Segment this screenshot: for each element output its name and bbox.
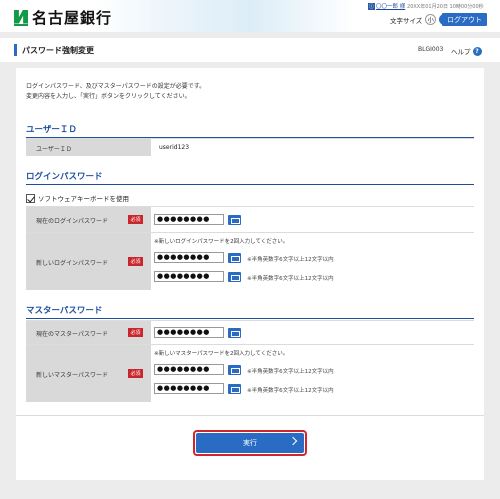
exec-button-label: 実行 [243, 439, 257, 447]
checkbox-checked-icon [26, 193, 35, 203]
help-link[interactable]: ヘルプ ? [451, 46, 482, 56]
new-master-password-label: 新しいマスターパスワード [36, 372, 108, 379]
page-titlebar: パスワード強制変更 BLGI003 ヘルプ ? [0, 38, 500, 62]
software-keyboard-checkbox[interactable]: ソフトウェアキーボードを使用 [26, 193, 129, 203]
header-banner [95, 0, 355, 32]
current-login-password-input[interactable]: ●●●●●●●● [154, 214, 224, 225]
password-hint: ※半角英数字6文字以上12文字以内 [247, 388, 334, 394]
password-hint: ※半角英数字6文字以上12文字以内 [247, 276, 334, 282]
login-password-heading: ログインパスワード [26, 170, 474, 185]
user-id-heading: ユーザーＩＤ [26, 123, 474, 138]
keyboard-icon[interactable] [228, 272, 241, 282]
current-login-password-row: 現在のログインパスワード 必須 ●●●●●●●● [26, 206, 474, 232]
required-badge: 必須 [128, 369, 143, 378]
new-master-password-input[interactable]: ●●●●●●●● [154, 364, 224, 375]
help-label: ヘルプ [451, 48, 471, 56]
password-hint: ※半角英数字6文字以上12文字以内 [247, 369, 334, 375]
user-info: ⓘ 〇〇一郎 様 20XX年01月20日 10時00分00秒 [368, 2, 484, 10]
login-datetime: 20XX年01月20日 10時00分00秒 [407, 4, 484, 10]
user-id-label: ユーザーＩＤ [36, 146, 72, 153]
bank-logo-icon [14, 9, 28, 26]
new-login-password-label: 新しいログインパスワード [36, 260, 109, 267]
new-login-password-note: ※新しいログインパスワードを2回入力してください。 [154, 239, 289, 245]
intro-line-2: 変更内容を入力し、「実行」ボタンをクリックしてください。 [26, 93, 191, 100]
keyboard-icon[interactable] [228, 384, 241, 394]
divider [16, 415, 484, 416]
new-login-password-row: 新しいログインパスワード 必須 ※新しいログインパスワードを2回入力してください… [26, 232, 474, 290]
help-icon: ? [472, 46, 482, 56]
user-name-link[interactable]: 〇〇一郎 様 [376, 4, 405, 10]
bank-logo[interactable]: 名古屋銀行 [14, 7, 112, 28]
user-id-value-cell: userid123 [151, 139, 474, 156]
current-master-password-row: 現在のマスターパスワード 必須 ●●●●●●●● [26, 320, 474, 344]
required-badge: 必須 [128, 328, 143, 337]
current-login-password-label-cell: 現在のログインパスワード 必須 [26, 207, 151, 232]
screen-code: BLGI003 [418, 46, 444, 53]
intro-text: ログインパスワード、及びマスターパスワードの設定が必要です。 変更内容を入力し、… [26, 82, 205, 102]
logout-button[interactable]: ログアウト [442, 13, 487, 26]
page-title: パスワード強制変更 [22, 46, 94, 55]
keyboard-icon[interactable] [228, 328, 241, 338]
current-master-password-label-cell: 現在のマスターパスワード 必須 [26, 321, 151, 344]
keyboard-icon[interactable] [228, 215, 241, 225]
current-master-password-value-cell: ●●●●●●●● [151, 321, 474, 344]
chevron-right-icon [288, 436, 298, 446]
keyboard-icon[interactable] [228, 365, 241, 375]
required-badge: 必須 [128, 215, 143, 224]
current-login-password-label: 現在のログインパスワード [36, 218, 109, 225]
user-id-label-cell: ユーザーＩＤ [26, 139, 151, 156]
user-id-row: ユーザーＩＤ userid123 [26, 138, 474, 156]
font-size-small-button[interactable]: 小 [425, 14, 437, 25]
confirm-login-password-input[interactable]: ●●●●●●●● [154, 271, 224, 282]
new-master-password-value-cell: ※新しいマスターパスワードを2回入力してください。 ●●●●●●●● ※半角英数… [151, 345, 474, 402]
bank-name: 名古屋銀行 [32, 9, 113, 27]
new-login-password-label-cell: 新しいログインパスワード 必須 [26, 233, 151, 290]
exec-button[interactable]: 実行 [196, 433, 304, 453]
current-master-password-label: 現在のマスターパスワード [36, 331, 108, 338]
header: 名古屋銀行 ⓘ 〇〇一郎 様 20XX年01月20日 10時00分00秒 文字サイ… [0, 0, 500, 32]
intro-line-1: ログインパスワード、及びマスターパスワードの設定が必要です。 [26, 83, 206, 90]
new-master-password-note: ※新しいマスターパスワードを2回入力してください。 [154, 351, 289, 357]
required-badge: 必須 [128, 257, 143, 266]
new-master-password-row: 新しいマスターパスワード 必須 ※新しいマスターパスワードを2回入力してください… [26, 344, 474, 402]
current-master-password-input[interactable]: ●●●●●●●● [154, 327, 224, 338]
current-login-password-value-cell: ●●●●●●●● [151, 207, 474, 232]
main-panel: ログインパスワード、及びマスターパスワードの設定が必要です。 変更内容を入力し、… [16, 68, 484, 480]
new-login-password-value-cell: ※新しいログインパスワードを2回入力してください。 ●●●●●●●● ※半角英数… [151, 233, 474, 290]
user-id-value: userid123 [159, 144, 190, 151]
new-login-password-input[interactable]: ●●●●●●●● [154, 252, 224, 263]
confirm-master-password-input[interactable]: ●●●●●●●● [154, 383, 224, 394]
master-password-heading: マスターパスワード [26, 304, 474, 319]
password-hint: ※半角英数字6文字以上12文字以内 [247, 257, 334, 263]
title-accent [14, 44, 17, 56]
new-master-password-label-cell: 新しいマスターパスワード 必須 [26, 345, 151, 402]
user-badge-icon: ⓘ [368, 3, 376, 10]
font-size-label: 文字サイズ [390, 16, 423, 25]
keyboard-icon[interactable] [228, 253, 241, 263]
software-keyboard-label: ソフトウェアキーボードを使用 [38, 195, 129, 203]
